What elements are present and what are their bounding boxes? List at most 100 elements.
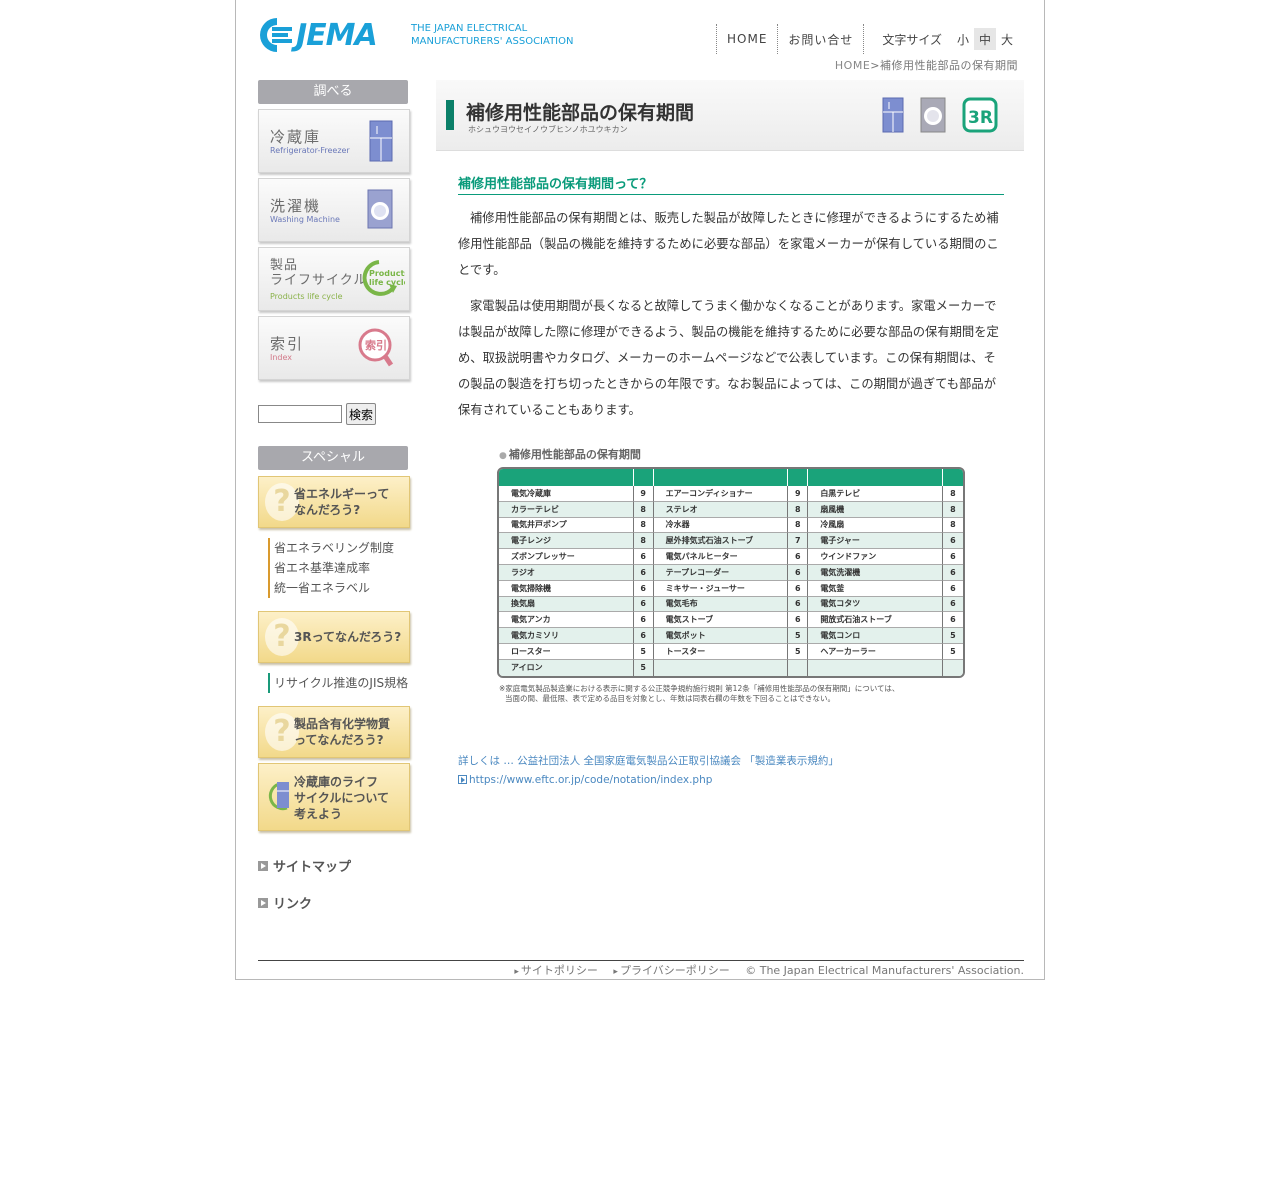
product-cell: 電子レンジ [499,533,634,550]
reference-url-link[interactable]: https://www.eftc.or.jp/code/notation/ind… [458,771,839,790]
product-cell [653,659,789,676]
table-row: 電気井戸ポンプ 8 冷水器 8 冷風扇 8 [499,517,963,534]
page-title: 補修用性能部品の保有期間 [466,102,695,124]
washing-machine-icon [367,189,393,233]
years-cell: 6 [942,549,963,565]
header-cell [942,469,963,486]
arrow-right-icon [258,860,268,871]
footer-copyright: © The Japan Electrical Manufacturers' As… [745,964,1024,977]
main-content: 補修用性能部品の保有期間 ホシュウヨウセイノウブヒンノホユウキカン 3R 補修用… [436,80,1024,786]
page-frame: JEMA THE JAPAN ELECTRICAL MANUFACTURERS'… [235,0,1045,980]
years-cell: 5 [942,628,963,644]
sidebar-heading-special: スペシャル [258,446,408,470]
header-cell [499,469,634,486]
sitemap-link[interactable]: サイトマップ [258,856,351,875]
washing-machine-icon [920,97,946,137]
logo-subtitle-line2: MANUFACTURERS' ASSOCIATION [411,36,574,47]
sublink-achievement-rate[interactable]: 省エネ基準達成率 [268,558,394,578]
jema-logo-mark-icon [260,15,294,55]
promo-label-line2: サイクルについて [294,791,390,805]
breadcrumb-home[interactable]: HOME [835,59,870,72]
table-footnote-line1: ※家庭電気製品製造業における表示に関する公正競争規約施行規則 第12条「補修用性… [499,683,900,693]
years-cell: 5 [633,659,654,676]
category-label-line2: ライフサイクル [270,273,368,288]
table-row: 電気カミソリ 6 電気ポット 5 電気コンロ 5 [499,628,963,644]
nav-home[interactable]: HOME [727,32,767,46]
logo-subtitle-line1: THE JAPAN ELECTRICAL [411,23,528,34]
years-cell: 6 [633,628,654,644]
header-cell [633,469,654,486]
product-cell: 電気冷蔵庫 [499,486,634,502]
retention-period-table: 電気冷蔵庫 9 エアーコンディショナー 9 白黒テレビ 8 カラーテレビ 8 ステレオ 8 扇風機 8… [497,467,965,678]
refrigerator-icon [369,120,393,166]
product-cell: 屋外排気式石油ストーブ [653,533,789,550]
table-row: カラーテレビ 8 ステレオ 8 扇風機 8 [499,501,963,518]
reference-block: 詳しくは … 公益社団法人 全国家庭電気製品公正取引協議会 「製造業表示規約」 … [458,752,839,790]
years-cell: 8 [942,486,963,502]
paragraph-explanation: 家電製品は使用期間が長くなると故障してうまく働かなくなることがあります。家電メー… [458,299,999,417]
font-size-medium[interactable]: 中 [974,28,997,50]
section-heading: 補修用性能部品の保有期間って？ [458,173,1004,195]
search-input[interactable] [258,405,342,423]
product-cell: 電気コンロ [808,628,943,644]
divider [863,24,865,54]
page-title-reading: ホシュウヨウセイノウブヒンノホユウキカン [468,125,628,134]
years-cell [788,659,809,676]
reference-text[interactable]: 詳しくは … 公益社団法人 全国家庭電気製品公正取引協議会 「製造業表示規約」 [458,752,839,771]
top-nav: HOME お問い合せ 文字サイズ 小 中 大 [706,24,1018,54]
badge-text-products: Products [369,269,405,278]
years-cell: 7 [788,533,809,550]
table-row: アイロン 5 [499,659,963,676]
promo-fridge-lifecycle[interactable]: 冷蔵庫のライフ サイクルについて 考えよう [258,763,410,831]
table-row: ズボンプレッサー 6 電気パネルヒーター 6 ウインドファン 6 [499,549,963,565]
product-cell: 電子ジャー [808,533,943,550]
years-cell: 5 [942,644,963,660]
years-cell: 6 [788,549,809,565]
product-cell: 電気カミソリ [499,628,634,644]
years-cell: 8 [942,518,963,534]
reference-url: https://www.eftc.or.jp/code/notation/ind… [469,774,713,786]
sidebar-item-product-lifecycle[interactable]: 製品ライフサイクル Products life cycle Productsli… [258,247,410,311]
header-cell [808,469,943,486]
footer-privacy-policy[interactable]: プライバシーポリシー [613,964,729,977]
divider [777,24,779,54]
category-label-line1: 製品 [270,258,299,273]
years-cell: 6 [788,612,809,629]
jema-logo[interactable]: JEMA [260,15,378,55]
promo-3r[interactable]: ? 3Rってなんだろう? [258,611,410,663]
sublink-unified-label[interactable]: 統一省エネラベル [268,578,394,598]
product-cell: アイロン [499,659,634,676]
links-link[interactable]: リンク [258,893,312,912]
sublink-recycling-jis[interactable]: リサイクル推進のJIS規格 [268,673,408,693]
promo-chemicals[interactable]: ? 製品含有化学物質 ってなんだろう? [258,706,410,758]
table-footnote-line2: 当面の間、最低限、表で定める品目を対象とし、年数は同表右欄の年数を下回ることはで… [505,693,835,703]
table-row: 電気アンカ 6 電気ストーブ 6 開放式石油ストーブ 6 [499,612,963,629]
promo-label: 3Rってなんだろう? [294,630,402,644]
promo-energy-saving[interactable]: ? 省エネルギーって なんだろう? [258,476,410,528]
sidebar-item-index[interactable]: 索引 Index 索引 [258,316,410,380]
years-cell: 6 [788,564,809,581]
footer: サイトポリシー プライバシーポリシー © The Japan Electrica… [258,960,1024,978]
years-cell: 6 [633,612,654,629]
sidebar: 調べる 冷蔵庫 Refrigerator-Freezer 洗濯機 Washing… [258,80,410,380]
promo-label-line1: 省エネルギーって [294,487,390,501]
product-cell: 冷風扇 [808,517,943,534]
years-cell: 8 [788,501,809,518]
sidebar-item-washing-machine[interactable]: 洗濯機 Washing Machine [258,178,410,242]
table-row: 電子レンジ 8 屋外排気式石油ストーブ 7 電子ジャー 6 [499,533,963,550]
footer-site-policy[interactable]: サイトポリシー [514,964,598,977]
sublink-labeling[interactable]: 省エネラベリング制度 [268,538,394,558]
product-cell: テープレコーダー [653,564,789,581]
font-size-large[interactable]: 大 [996,28,1018,50]
promo-label-line3: 考えよう [294,807,343,821]
product-cell: 白黒テレビ [808,486,943,502]
logo-subtitle: THE JAPAN ELECTRICAL MANUFACTURERS' ASSO… [411,22,573,48]
nav-contact[interactable]: お問い合せ [788,31,853,48]
search-button[interactable]: 検索 [346,403,376,425]
font-size-small[interactable]: 小 [952,28,974,50]
years-cell: 8 [633,533,654,550]
logo-text: JEMA [296,17,378,53]
index-magnifier-icon: 索引 [357,327,397,375]
sidebar-item-refrigerator[interactable]: 冷蔵庫 Refrigerator-Freezer [258,109,410,173]
years-cell: 6 [942,612,963,629]
